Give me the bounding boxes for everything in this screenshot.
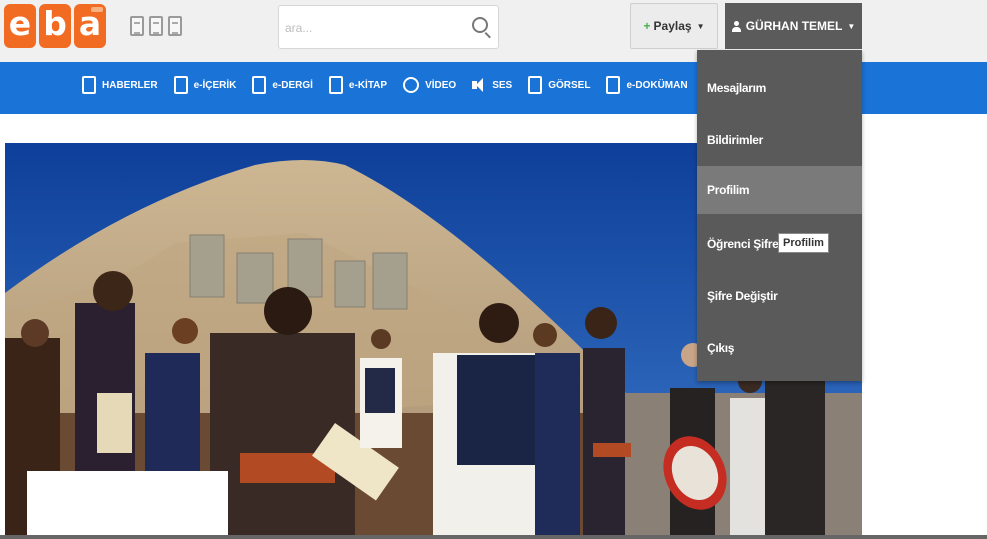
search-input[interactable] — [285, 18, 455, 38]
logo-letter-e: e — [4, 4, 36, 48]
menu-item-profilim[interactable]: Profilim — [697, 166, 862, 214]
magazine-icon — [252, 76, 267, 94]
document-icon — [606, 76, 621, 94]
search-box — [278, 5, 499, 49]
nav-item-label: VİDEO — [425, 79, 457, 91]
share-label: Paylaş — [653, 19, 692, 33]
image-icon — [528, 76, 543, 94]
news-icon — [82, 76, 96, 94]
share-button[interactable]: + Paylaş ▼ — [630, 3, 718, 49]
nav-item-gorsel[interactable]: GÖRSEL — [528, 76, 590, 94]
nav-item-e-dergi[interactable]: e-DERGİ — [252, 76, 313, 94]
caption-box — [27, 471, 228, 535]
nav-item-haberler[interactable]: HABERLER — [82, 76, 158, 94]
chevron-down-icon: ▼ — [696, 21, 705, 31]
document-icon[interactable] — [130, 16, 144, 36]
menu-item-sifre-degistir[interactable]: Şifre Değiştir — [697, 272, 862, 320]
search-icon[interactable] — [472, 17, 488, 33]
menu-item-cikis[interactable]: Çıkış — [697, 324, 862, 372]
document-icons — [130, 16, 187, 36]
nav-item-label: e-DERGİ — [272, 79, 313, 91]
document-icon[interactable] — [168, 16, 182, 36]
logo-letter-b: b — [39, 4, 71, 48]
eba-logo[interactable]: e b a — [4, 4, 109, 48]
menu-item-mesajlarim[interactable]: Mesajlarım — [697, 64, 862, 112]
nav-item-label: GÖRSEL — [548, 79, 591, 91]
user-name: GÜRHAN TEMEL — [745, 19, 843, 33]
nav-item-label: SES — [492, 79, 513, 91]
nav-item-e-kitap[interactable]: e-KİTAP — [328, 76, 388, 94]
eba-page: e b a + Paylaş ▼ GÜRHAN TEMEL ▼ — [0, 0, 987, 539]
nav-item-label: e-KİTAP — [348, 79, 388, 91]
nav-item-e-dokuman[interactable]: e-DOKÜMAN — [606, 76, 688, 94]
user-menu-button[interactable]: GÜRHAN TEMEL ▼ — [725, 3, 862, 49]
nav-item-video[interactable]: VİDEO — [403, 77, 456, 93]
video-icon — [403, 77, 420, 93]
book-icon — [328, 76, 343, 94]
chevron-down-icon: ▼ — [847, 21, 856, 31]
tooltip: Profilim — [778, 233, 829, 253]
plus-icon: + — [643, 19, 651, 33]
nav-item-label: e-DOKÜMAN — [626, 79, 688, 91]
speaker-icon — [472, 77, 486, 93]
bottom-border — [0, 535, 987, 539]
content-icon — [173, 76, 188, 94]
nav-item-ses[interactable]: SES — [472, 77, 512, 93]
nav-item-label: e-İÇERİK — [193, 79, 237, 91]
nav-item-label: HABERLER — [102, 79, 158, 91]
menu-item-bildirimler[interactable]: Bildirimler — [697, 116, 862, 164]
user-icon — [731, 20, 741, 32]
user-dropdown-menu: Mesajlarım Bildirimler Profilim Öğrenci … — [697, 50, 862, 381]
document-icon[interactable] — [149, 16, 163, 36]
logo-letter-a: a — [74, 4, 106, 48]
nav-item-e-icerik[interactable]: e-İÇERİK — [173, 76, 237, 94]
